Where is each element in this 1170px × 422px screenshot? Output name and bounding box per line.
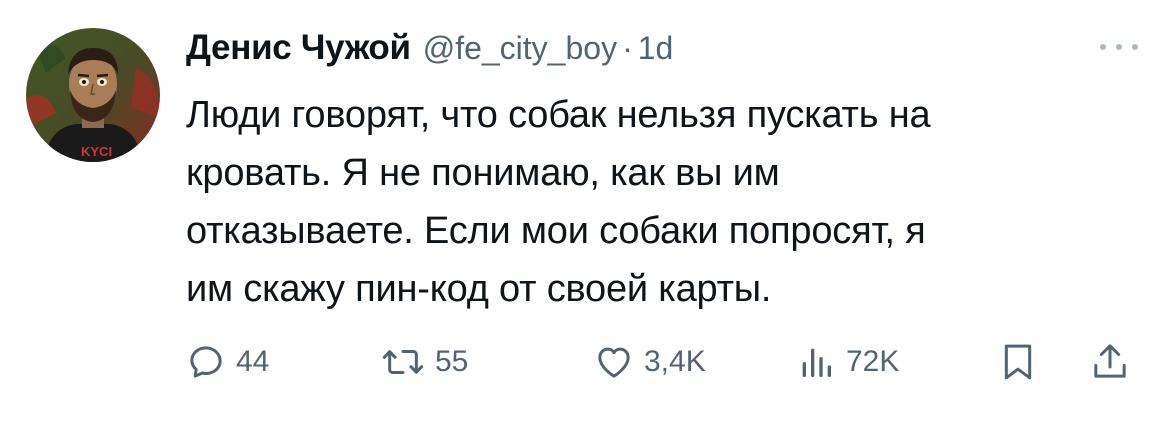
heart-icon — [598, 347, 630, 378]
bookmark-icon — [1004, 344, 1032, 380]
author-name[interactable]: Денис Чужой — [186, 28, 411, 68]
avatar-illustration: KYCI — [26, 28, 160, 162]
more-dots-icon[interactable] — [1096, 34, 1142, 60]
more-dot — [1116, 44, 1122, 50]
views-count: 72K — [846, 345, 900, 378]
action-bar: 44 55 3,4K 72K — [186, 336, 1146, 388]
share-button[interactable] — [1090, 336, 1130, 388]
avatar-shirt-text: KYCI — [81, 144, 112, 159]
share-icon — [1094, 344, 1126, 378]
more-dot — [1100, 44, 1106, 50]
like-button[interactable]: 3,4K — [594, 336, 706, 388]
retweet-count: 55 — [435, 345, 469, 378]
more-dot — [1132, 44, 1138, 50]
views-button[interactable]: 72K — [796, 336, 899, 388]
retweet-button[interactable]: 55 — [381, 336, 468, 388]
reply-button[interactable]: 44 — [186, 336, 269, 388]
retweet-icon — [382, 350, 424, 374]
tweet-text: Люди говорят, что собак нельзя пускать н… — [186, 94, 931, 310]
tweet[interactable]: KYCI Денис Чужой @fe_city_boy · 1d Люди … — [0, 0, 1170, 422]
header-separator: · — [622, 29, 633, 66]
reply-icon — [190, 346, 222, 378]
avatar[interactable]: KYCI — [26, 28, 160, 162]
timestamp[interactable]: 1d — [638, 30, 674, 67]
author-handle[interactable]: @fe_city_boy — [423, 30, 617, 67]
like-count: 3,4K — [644, 345, 706, 378]
bookmark-button[interactable] — [998, 336, 1038, 388]
reply-count: 44 — [236, 345, 270, 378]
tweet-header: Денис Чужой @fe_city_boy · 1d — [186, 25, 673, 71]
views-chart-icon — [802, 348, 831, 377]
